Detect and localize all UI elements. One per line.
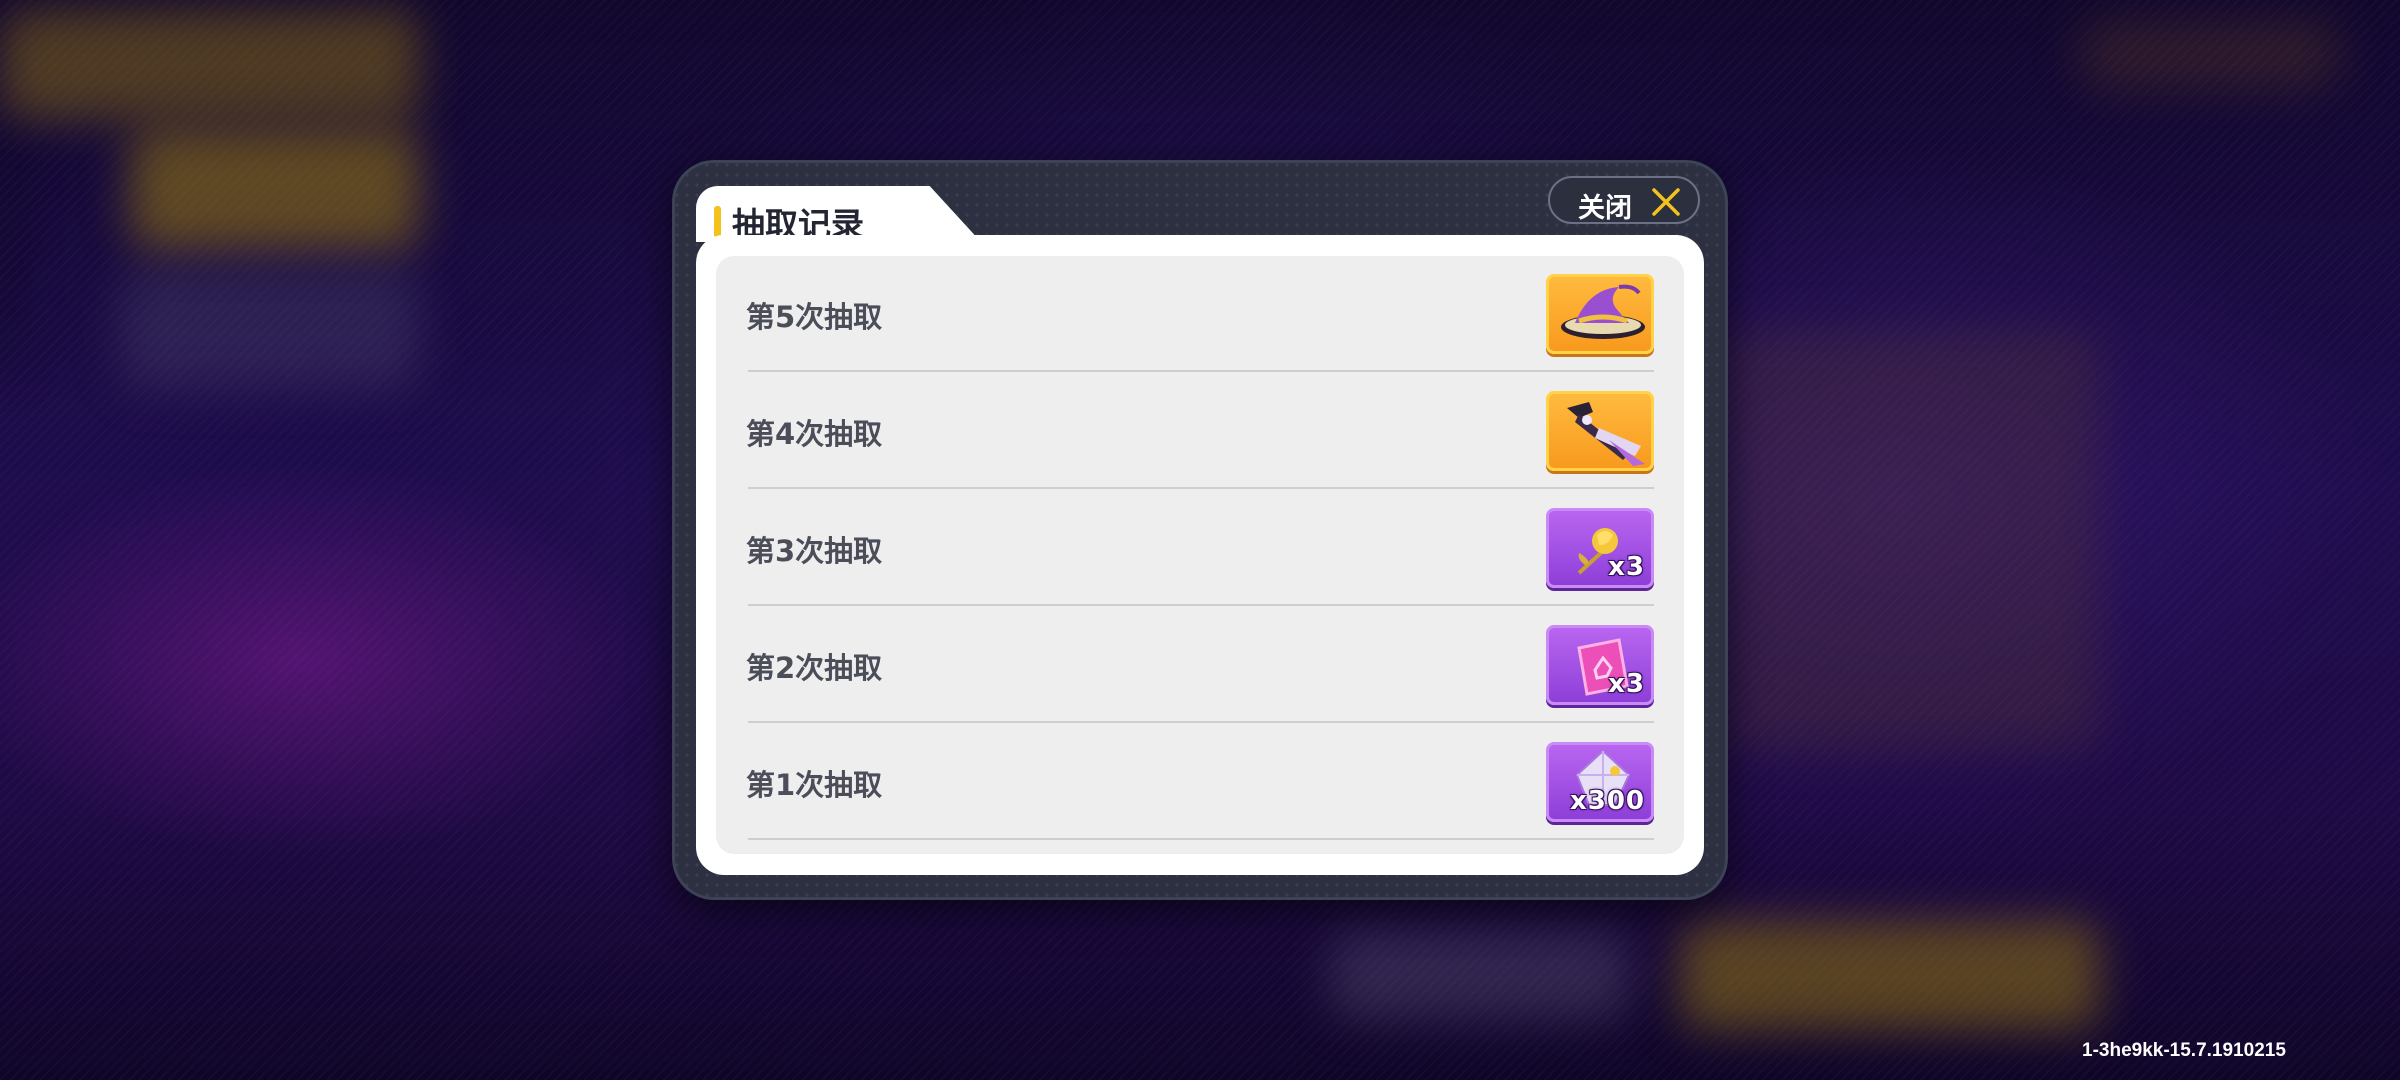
list-item: 第1次抽取 x300 [716, 724, 1684, 840]
reward-item[interactable]: x3 [1546, 508, 1654, 588]
weapon-icon [1567, 402, 1645, 466]
record-label: 第1次抽取 [746, 768, 883, 802]
row-divider [748, 721, 1654, 723]
list-item: 第5次抽取 [716, 256, 1684, 372]
reward-quantity: x3 [1608, 552, 1645, 582]
reward-item[interactable] [1546, 274, 1654, 354]
row-divider [748, 604, 1654, 606]
list-item: 第3次抽取 x3 [716, 490, 1684, 606]
list-item: 第4次抽取 [716, 373, 1684, 489]
reward-item[interactable] [1546, 391, 1654, 471]
record-list[interactable]: 第5次抽取 第4次抽取 第3次抽取 x3 第2次抽取 x3 第1次抽取 x300 [716, 256, 1684, 854]
draw-record-dialog: 抽取记录 关闭 第5次抽取 第4次抽取 第3次抽取 x3 第2次抽取 x3 第1… [672, 160, 1728, 900]
record-label: 第4次抽取 [746, 417, 883, 451]
reward-quantity: x3 [1608, 669, 1645, 699]
close-button-label: 关闭 [1578, 193, 1632, 224]
reward-item[interactable]: x3 [1546, 625, 1654, 705]
reward-item[interactable]: x300 [1546, 742, 1654, 822]
version-label: 1-3he9kk-15.7.1910215 [2082, 1040, 2286, 1061]
witch-hat-icon [1561, 284, 1645, 339]
close-button[interactable]: 关闭 [1548, 176, 1700, 224]
record-label: 第3次抽取 [746, 534, 883, 568]
list-item: 第2次抽取 x3 [716, 607, 1684, 723]
row-divider [748, 487, 1654, 489]
row-divider [748, 370, 1654, 372]
title-accent-bar [714, 206, 721, 238]
close-icon [1652, 188, 1680, 216]
row-divider [748, 838, 1654, 840]
record-label: 第5次抽取 [746, 300, 883, 334]
reward-quantity: x300 [1569, 786, 1645, 816]
record-label: 第2次抽取 [746, 651, 883, 685]
